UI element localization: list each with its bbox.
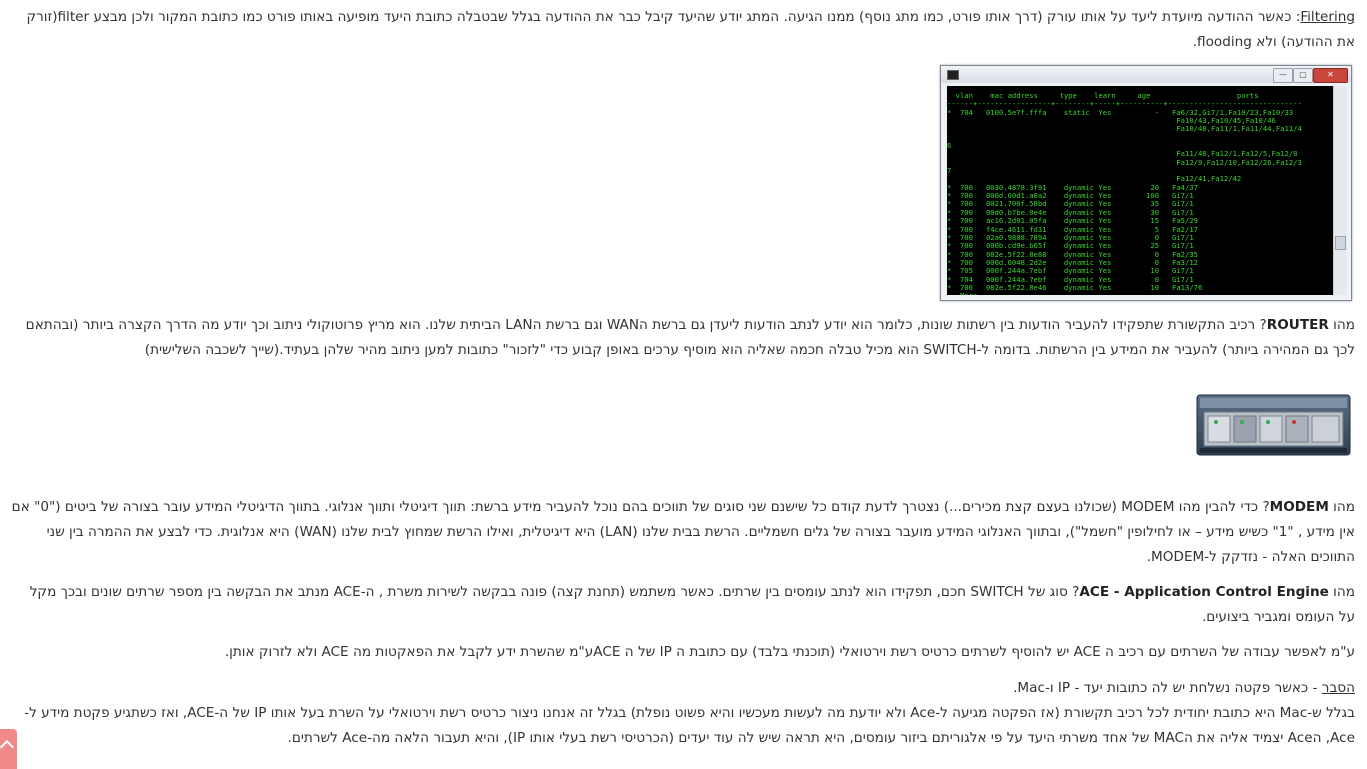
terminal-icon [947,70,959,80]
terminal-titlebar: — ▢ ✕ [941,66,1351,83]
explain-dash: - [1308,680,1322,696]
explain-line1: כאשר פקטה נשלחת יש לה כתובות יעד - IP ו-… [1013,680,1309,696]
explain-paragraph: הסבר - כאשר פקטה נשלחת יש לה כתובות יעד … [10,676,1355,751]
terminal-line: Fa12/9,Fa12/10,Fa12/26,Fa12/3 [947,157,1302,167]
terminal-line: Fa10/48,Fa11/1,Fa11/44,Fa11/4 [947,124,1302,134]
modem-text: ? כדי להבין מהו MODEM (שכולנו בעצם קצת מ… [11,499,1355,565]
terminal-screenshot: — ▢ ✕ vlan mac address type learn age po… [940,65,1352,301]
modem-term: MODEM [1269,499,1329,515]
scrollbar-thumb [1335,236,1346,250]
back-to-top-button[interactable] [0,729,17,769]
modem-pre: מהו [1328,499,1355,515]
router-image [1196,394,1351,456]
filtering-term: Filtering [1300,9,1355,25]
explain-term: הסבר [1321,680,1355,696]
minimize-icon: — [1273,68,1293,83]
terminal-line: * 700 082e.5f22.8e46 dynamic Yes 10 Fa13… [947,282,1203,292]
modem-paragraph: מהו MODEM? כדי להבין מהו MODEM (שכולנו ב… [10,495,1355,570]
filtering-text: : כאשר ההודעה מיועדת ליעד על אותו עורק (… [26,9,1355,50]
close-icon: ✕ [1313,68,1348,83]
router-text: ? רכיב התקשורת שתפקידו להעביר הודעות בין… [25,317,1355,358]
terminal-line: --More-- [947,291,1333,295]
filtering-paragraph: Filtering: כאשר ההודעה מיועדת ליעד על או… [10,5,1355,55]
terminal-scrollbar [1333,86,1347,295]
explain-line2: בגלל ש-Mac היא כתובת יחודית לכל רכיב תקש… [24,705,1355,746]
ace-note-paragraph: ע"מ לאפשר עבודה של השרתים עם רכיב ה ACE … [224,644,1355,660]
maximize-icon: ▢ [1293,68,1313,83]
router-pre: מהו [1328,317,1355,333]
router-term: ROUTER [1266,317,1329,333]
ace-pre: מהו [1328,584,1355,600]
chevron-up-icon [0,739,15,755]
ace-term: ACE - Application Control Engine [1079,584,1329,600]
terminal-output: vlan mac address type learn age ports ---… [947,86,1333,295]
router-paragraph: מהו ROUTER? רכיב התקשורת שתפקידו להעביר … [10,313,1355,363]
ace-paragraph: מהו ACE - Application Control Engine? סו… [10,580,1355,630]
